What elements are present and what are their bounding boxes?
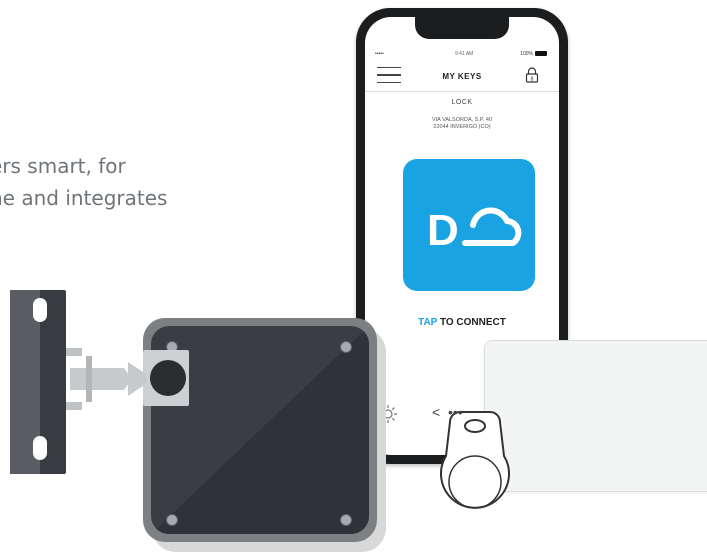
battery-icon xyxy=(535,51,547,57)
screw-icon xyxy=(340,341,352,353)
tap-word: TAP xyxy=(418,317,438,328)
status-time: 9:41 AM xyxy=(455,51,474,57)
hero-line-2: ne and integrates xyxy=(0,186,168,210)
screw-icon xyxy=(340,514,352,526)
signal-indicator: ••••• xyxy=(375,51,384,57)
rfid-card xyxy=(484,340,707,492)
strike-slot xyxy=(33,436,47,460)
padlock-icon[interactable]: 8 xyxy=(525,67,539,83)
lock-bolt xyxy=(66,348,146,410)
lock-push-button[interactable] xyxy=(150,360,186,396)
svg-text:8: 8 xyxy=(531,77,534,83)
logo-letter: D xyxy=(427,206,459,255)
address-line-2: 22044 INVERIGO (CO) xyxy=(433,124,491,130)
pager-dots: ••• xyxy=(447,404,463,420)
phone-notch xyxy=(415,17,509,39)
to-connect-word: TO CONNECT xyxy=(437,317,506,328)
strike-slot xyxy=(33,298,47,322)
tap-to-connect-label[interactable]: TAP TO CONNECT xyxy=(365,317,559,328)
connect-button[interactable]: D xyxy=(403,159,535,291)
battery-indicator: 100% xyxy=(520,51,547,57)
pager[interactable]: < ••• xyxy=(432,404,463,420)
cloud-logo-icon: D xyxy=(427,206,522,255)
lock-name: LOCK xyxy=(451,99,473,106)
key-fob-icon xyxy=(440,411,510,509)
header-divider xyxy=(365,91,559,92)
hero-text: ers smart, for ne and integrates xyxy=(0,150,260,214)
address-line-1: VIA VALSORDA, S.P. 40 xyxy=(431,117,493,123)
chevron-left-icon[interactable]: < xyxy=(432,404,440,420)
lock-address: VIA VALSORDA, S.P. 40 22044 INVERIGO (CO… xyxy=(365,117,559,131)
battery-percent: 100% xyxy=(520,51,533,57)
hero-line-1: ers smart, for xyxy=(0,154,126,178)
screw-icon xyxy=(166,514,178,526)
